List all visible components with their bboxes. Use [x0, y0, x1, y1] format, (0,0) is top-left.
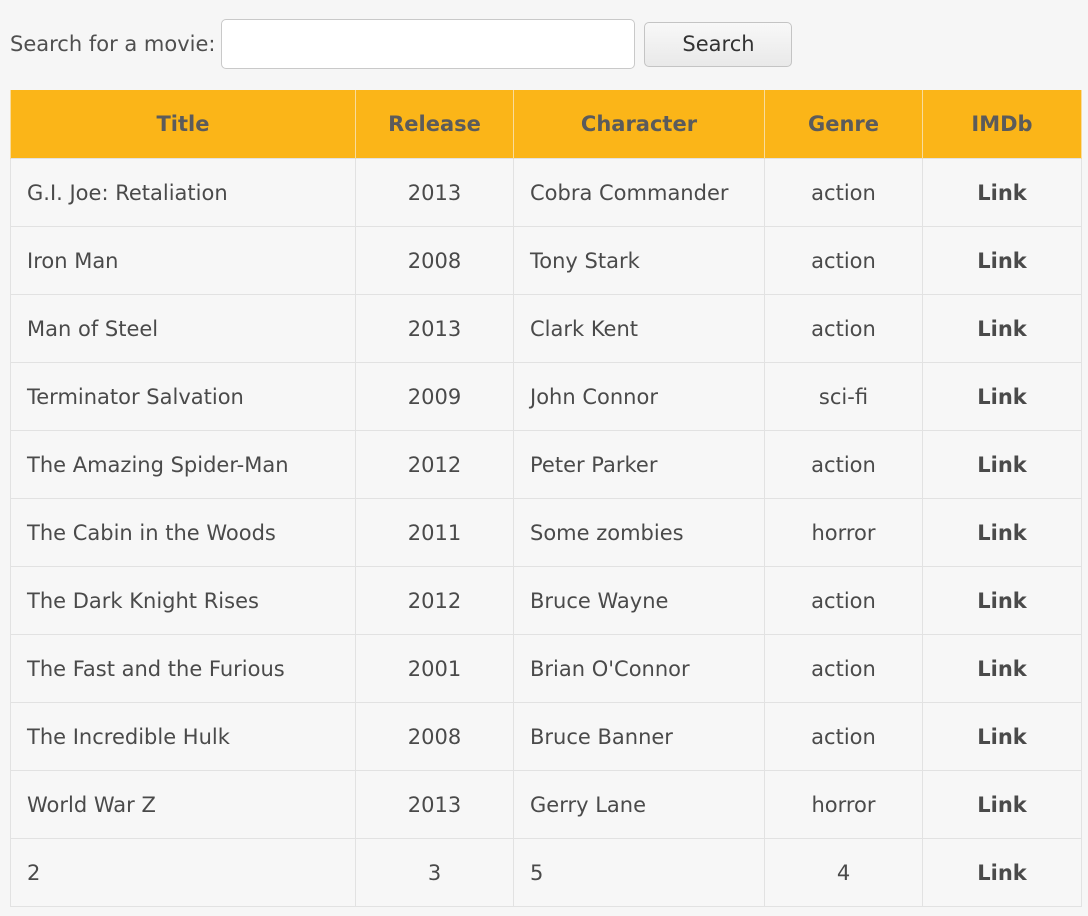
cell-character: Clark Kent	[513, 294, 765, 363]
cell-title: The Fast and the Furious	[10, 634, 356, 703]
table-body: G.I. Joe: Retaliation 2013 Cobra Command…	[10, 158, 1082, 907]
cell-genre: action	[764, 158, 923, 227]
table-row: The Cabin in the Woods 2011 Some zombies…	[10, 498, 1082, 567]
table-row: The Dark Knight Rises 2012 Bruce Wayne a…	[10, 566, 1082, 635]
search-button[interactable]: Search	[644, 21, 793, 67]
cell-character: Tony Stark	[513, 226, 765, 295]
cell-genre: sci-fi	[764, 362, 923, 431]
table-header: Title Release Character Genre IMDb	[10, 90, 1082, 159]
footer-imdb-link[interactable]: Link	[922, 838, 1082, 907]
footer-cell-genre: 4	[764, 838, 923, 907]
search-input[interactable]	[221, 19, 636, 69]
cell-title: The Incredible Hulk	[10, 702, 356, 771]
cell-character: Bruce Wayne	[513, 566, 765, 635]
search-label: Search for a movie:	[10, 32, 216, 56]
cell-character: John Connor	[513, 362, 765, 431]
search-bar: Search for a movie: Search	[10, 18, 793, 70]
cell-genre: action	[764, 294, 923, 363]
cell-title: World War Z	[10, 770, 356, 839]
table-footer-row: 2 3 5 4 Link	[10, 838, 1082, 907]
cell-character: Gerry Lane	[513, 770, 765, 839]
cell-character: Brian O'Connor	[513, 634, 765, 703]
table-row: The Fast and the Furious 2001 Brian O'Co…	[10, 634, 1082, 703]
imdb-link[interactable]: Link	[922, 498, 1082, 567]
table-row: Terminator Salvation 2009 John Connor sc…	[10, 362, 1082, 431]
cell-character: Cobra Commander	[513, 158, 765, 227]
footer-cell-title: 2	[10, 838, 356, 907]
imdb-link[interactable]: Link	[922, 566, 1082, 635]
table-row: World War Z 2013 Gerry Lane horror Link	[10, 770, 1082, 839]
column-header-genre[interactable]: Genre	[764, 90, 923, 159]
cell-release: 2008	[355, 226, 514, 295]
cell-genre: action	[764, 634, 923, 703]
footer-cell-release: 3	[355, 838, 514, 907]
cell-character: Some zombies	[513, 498, 765, 567]
table-row: The Incredible Hulk 2008 Bruce Banner ac…	[10, 702, 1082, 771]
cell-title: Terminator Salvation	[10, 362, 356, 431]
table-row: Man of Steel 2013 Clark Kent action Link	[10, 294, 1082, 363]
cell-title: Iron Man	[10, 226, 356, 295]
imdb-link[interactable]: Link	[922, 294, 1082, 363]
imdb-link[interactable]: Link	[922, 634, 1082, 703]
table-row: Iron Man 2008 Tony Stark action Link	[10, 226, 1082, 295]
cell-release: 2011	[355, 498, 514, 567]
cell-title: Man of Steel	[10, 294, 356, 363]
column-header-title[interactable]: Title	[10, 90, 356, 159]
table-row: The Amazing Spider-Man 2012 Peter Parker…	[10, 430, 1082, 499]
cell-release: 2013	[355, 294, 514, 363]
cell-release: 2012	[355, 430, 514, 499]
imdb-link[interactable]: Link	[922, 362, 1082, 431]
imdb-link[interactable]: Link	[922, 226, 1082, 295]
movies-table: Title Release Character Genre IMDb G.I. …	[10, 90, 1082, 907]
imdb-link[interactable]: Link	[922, 702, 1082, 771]
imdb-link[interactable]: Link	[922, 770, 1082, 839]
imdb-link[interactable]: Link	[922, 430, 1082, 499]
cell-release: 2013	[355, 770, 514, 839]
cell-genre: action	[764, 566, 923, 635]
column-header-imdb[interactable]: IMDb	[922, 90, 1082, 159]
cell-genre: horror	[764, 770, 923, 839]
cell-title: The Amazing Spider-Man	[10, 430, 356, 499]
cell-character: Bruce Banner	[513, 702, 765, 771]
cell-genre: action	[764, 226, 923, 295]
cell-release: 2013	[355, 158, 514, 227]
table-row: G.I. Joe: Retaliation 2013 Cobra Command…	[10, 158, 1082, 227]
cell-release: 2001	[355, 634, 514, 703]
cell-release: 2012	[355, 566, 514, 635]
cell-title: The Dark Knight Rises	[10, 566, 356, 635]
imdb-link[interactable]: Link	[922, 158, 1082, 227]
cell-genre: action	[764, 430, 923, 499]
cell-genre: horror	[764, 498, 923, 567]
cell-release: 2009	[355, 362, 514, 431]
column-header-character[interactable]: Character	[513, 90, 765, 159]
footer-cell-character: 5	[513, 838, 765, 907]
cell-character: Peter Parker	[513, 430, 765, 499]
cell-title: The Cabin in the Woods	[10, 498, 356, 567]
cell-genre: action	[764, 702, 923, 771]
column-header-release[interactable]: Release	[355, 90, 514, 159]
cell-release: 2008	[355, 702, 514, 771]
header-row: Title Release Character Genre IMDb	[10, 90, 1082, 159]
cell-title: G.I. Joe: Retaliation	[10, 158, 356, 227]
